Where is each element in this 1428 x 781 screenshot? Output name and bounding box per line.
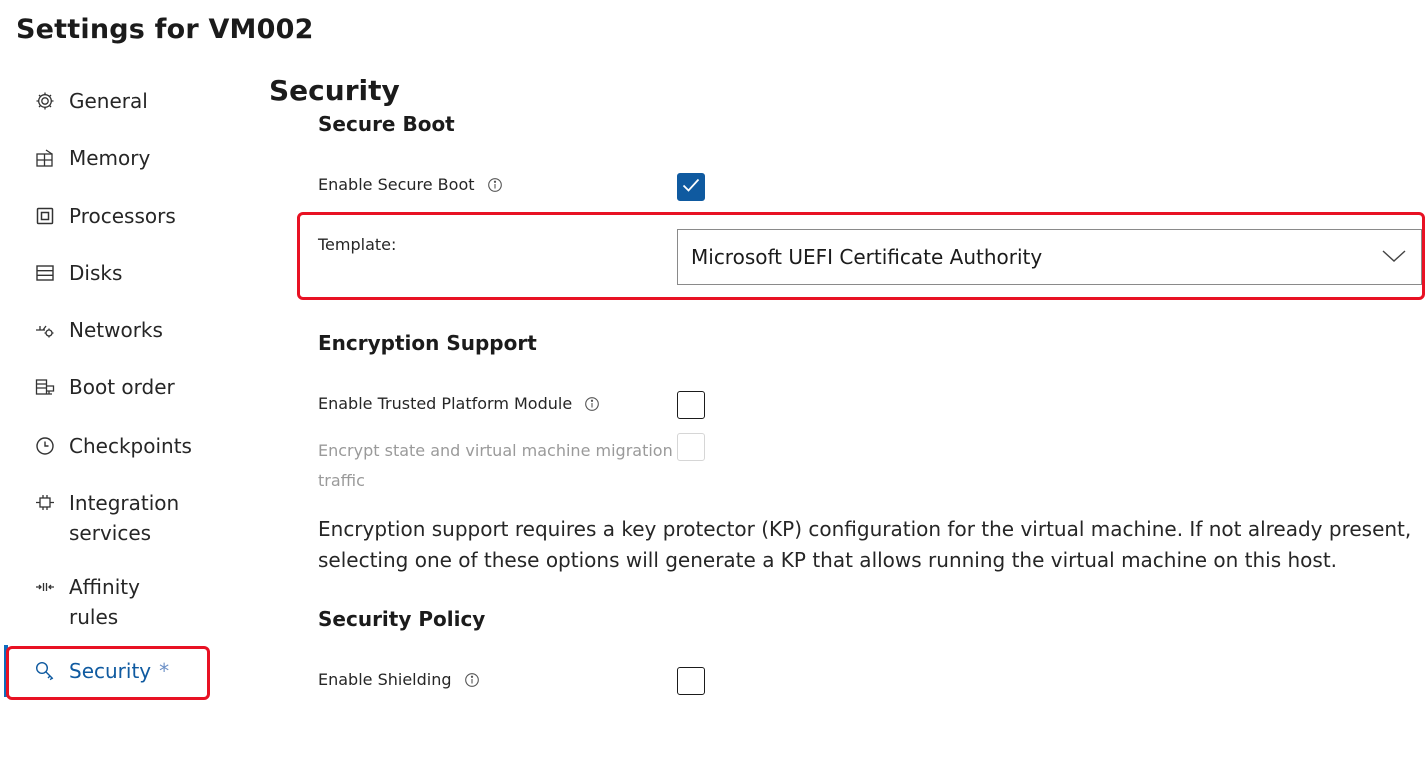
enable-tpm-text: Enable Trusted Platform Module — [318, 394, 573, 413]
sidebar-item-processors[interactable]: Processors — [32, 201, 176, 231]
clock-icon — [32, 433, 58, 459]
encrypt-state-label-line1: Encrypt state and virtual machine migrat… — [318, 441, 673, 460]
enable-tpm-label: Enable Trusted Platform Module — [318, 394, 600, 413]
security-policy-heading: Security Policy — [318, 607, 486, 631]
sidebar-item-disks[interactable]: Disks — [32, 258, 122, 288]
encrypt-state-label-line2: traffic — [318, 471, 365, 490]
sidebar-item-general[interactable]: General — [32, 86, 148, 116]
sidebar-item-label: Networks — [69, 318, 163, 342]
encryption-support-heading: Encryption Support — [318, 331, 537, 355]
enable-shielding-checkbox[interactable] — [677, 667, 705, 695]
encrypt-state-label: Encrypt state and virtual machine migrat… — [318, 436, 673, 496]
enable-secure-boot-checkbox[interactable] — [677, 173, 705, 201]
boot-order-icon — [32, 374, 58, 400]
enable-secure-boot-text: Enable Secure Boot — [318, 175, 475, 194]
affinity-icon — [32, 574, 58, 600]
enable-shielding-text: Enable Shielding — [318, 670, 452, 689]
encryption-description: Encryption support requires a key protec… — [318, 517, 1412, 572]
sidebar-item-label: Integration services — [69, 491, 180, 545]
integration-icon — [32, 490, 58, 516]
enable-secure-boot-label: Enable Secure Boot — [318, 175, 503, 194]
section-title: Security — [269, 74, 400, 107]
page-title: Settings for VM002 — [16, 14, 314, 45]
sidebar-item-label: Disks — [69, 261, 123, 285]
sidebar-item-networks[interactable]: Networks — [32, 315, 163, 345]
sidebar-item-label: Checkpoints — [69, 434, 192, 458]
processor-icon — [32, 203, 58, 229]
sidebar-item-boot-order[interactable]: Boot order — [32, 372, 175, 402]
secure-boot-heading: Secure Boot — [318, 112, 455, 136]
sidebar-item-integration-services[interactable]: Integration services — [32, 488, 199, 548]
memory-icon — [32, 145, 58, 171]
encrypt-state-checkbox[interactable] — [677, 433, 705, 461]
network-icon — [32, 317, 58, 343]
enable-shielding-label: Enable Shielding — [318, 670, 480, 689]
enable-tpm-checkbox[interactable] — [677, 391, 705, 419]
sidebar-item-label: General — [69, 89, 148, 113]
sidebar-item-affinity-rules[interactable]: Affinity rules — [32, 572, 169, 632]
sidebar-item-memory[interactable]: Memory — [32, 143, 150, 173]
template-highlight-box — [297, 212, 1425, 300]
gear-icon — [32, 88, 58, 114]
sidebar-item-label: Memory — [69, 146, 151, 170]
sidebar-item-checkpoints[interactable]: Checkpoints — [32, 431, 192, 461]
sidebar-item-label: Affinity rules — [69, 575, 140, 629]
security-highlight-box — [6, 646, 210, 700]
sidebar-item-label: Processors — [69, 204, 176, 228]
disk-icon — [32, 260, 58, 286]
info-icon[interactable] — [487, 177, 503, 193]
info-icon[interactable] — [584, 396, 600, 412]
sidebar-item-label: Boot order — [69, 375, 175, 399]
checkmark-icon — [680, 174, 702, 200]
info-icon[interactable] — [464, 672, 480, 688]
